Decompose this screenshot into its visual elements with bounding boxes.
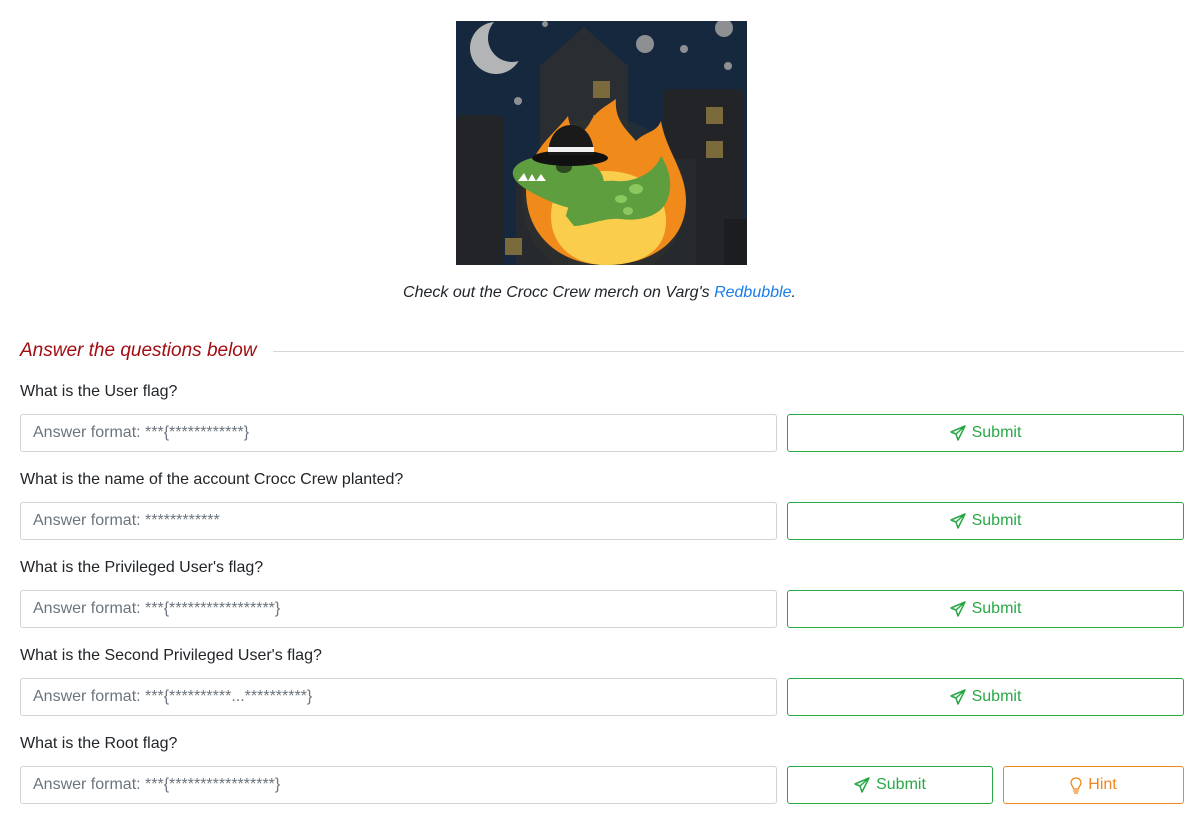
question-second-privileged-user-flag: What is the Second Privileged User's fla… <box>20 646 1184 716</box>
submit-button[interactable]: Submit <box>787 590 1184 628</box>
paper-plane-icon <box>949 513 966 529</box>
question-privileged-user-flag: What is the Privileged User's flag? Subm… <box>20 558 1184 628</box>
question-label: What is the Privileged User's flag? <box>20 559 264 576</box>
paper-plane-icon <box>949 689 966 705</box>
crocc-crew-illustration <box>456 21 747 265</box>
question-label: What is the Second Privileged User's fla… <box>20 647 322 664</box>
section-divider <box>272 350 1184 352</box>
submit-button[interactable]: Submit <box>787 766 993 804</box>
submit-label: Submit <box>876 776 926 793</box>
redbubble-link[interactable]: Redbubble <box>714 284 791 301</box>
answer-row: Submit <box>20 502 1184 540</box>
lightbulb-icon <box>1070 776 1082 794</box>
answer-row: Submit <box>20 678 1184 716</box>
question-label: What is the User flag? <box>20 383 178 400</box>
question-root-flag: What is the Root flag? Submit Hint <box>20 734 1184 804</box>
question-planted-account: What is the name of the account Crocc Cr… <box>20 470 1184 540</box>
section-heading: Answer the questions below <box>20 339 1184 363</box>
answer-input[interactable] <box>20 766 777 804</box>
submit-label: Submit <box>971 512 1022 529</box>
answer-input[interactable] <box>20 502 777 540</box>
submit-button[interactable]: Submit <box>787 502 1184 540</box>
hint-label: Hint <box>1088 776 1117 793</box>
submit-label: Submit <box>971 600 1022 617</box>
answer-row: Submit Hint <box>20 766 1184 804</box>
merch-caption: Check out the Crocc Crew merch on Varg's… <box>0 284 1199 302</box>
question-user-flag: What is the User flag? Submit <box>20 382 1184 452</box>
hint-button[interactable]: Hint <box>1003 766 1184 804</box>
paper-plane-icon <box>949 425 966 441</box>
cropped-previous-content <box>0 0 1199 6</box>
paper-plane-icon <box>949 601 966 617</box>
paper-plane-icon <box>854 777 870 793</box>
answer-input[interactable] <box>20 678 777 716</box>
answer-input[interactable] <box>20 414 777 452</box>
answer-row: Submit <box>20 414 1184 452</box>
answer-row: Submit <box>20 590 1184 628</box>
caption-suffix: . <box>791 284 796 301</box>
submit-label: Submit <box>971 688 1022 705</box>
question-label: What is the name of the account Crocc Cr… <box>20 471 404 488</box>
question-label: What is the Root flag? <box>20 735 178 752</box>
section-title: Answer the questions below <box>20 340 257 361</box>
submit-button[interactable]: Submit <box>787 678 1184 716</box>
submit-label: Submit <box>971 424 1022 441</box>
answer-input[interactable] <box>20 590 777 628</box>
submit-button[interactable]: Submit <box>787 414 1184 452</box>
caption-prefix: Check out the Crocc Crew merch on Varg's <box>403 284 715 301</box>
